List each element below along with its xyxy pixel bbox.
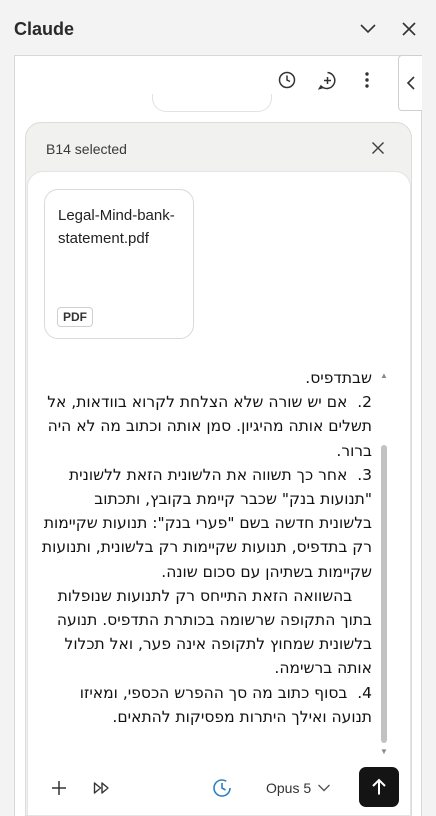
scroll-up-arrow-icon[interactable]: ▲ (379, 370, 389, 380)
attachment-card[interactable]: Legal-Mind-bank-statement.pdf PDF (44, 189, 194, 339)
previous-message-bubble (152, 94, 272, 112)
selection-label: B14 selected (46, 141, 127, 157)
send-arrow-icon (372, 778, 386, 795)
clear-selection-button[interactable] (367, 137, 389, 159)
close-window-button[interactable] (396, 16, 422, 42)
skip-forward-icon (93, 782, 109, 794)
chevron-left-icon (406, 76, 415, 90)
schedule-button[interactable] (208, 774, 236, 802)
scroll-down-arrow-icon[interactable]: ▼ (379, 746, 389, 756)
title-bar: Claude (0, 0, 436, 58)
close-icon (371, 141, 385, 155)
model-selector[interactable]: Opus 5 (266, 778, 331, 798)
chevron-down-icon (318, 784, 331, 792)
file-type-badge: PDF (57, 307, 93, 327)
app-title: Claude (14, 19, 75, 39)
scrollbar-thumb[interactable] (381, 445, 387, 743)
chevron-down-icon (360, 24, 376, 34)
skip-forward-button[interactable] (88, 774, 116, 802)
collapse-button[interactable] (355, 16, 381, 42)
new-chat-button[interactable] (315, 68, 339, 92)
attachment-file-name: Legal-Mind-bank-statement.pdf (58, 207, 175, 247)
close-icon (402, 22, 416, 36)
history-icon (278, 71, 296, 89)
plus-icon (52, 781, 66, 795)
message-scrollbar[interactable]: ▲ ▼ (378, 370, 390, 756)
send-button[interactable] (359, 767, 399, 807)
message-text[interactable]: שבתדפיס. 2. אם יש שורה שלא הצלחת לקרוא ב… (40, 366, 372, 761)
more-vertical-icon (365, 72, 369, 88)
history-button[interactable] (275, 68, 299, 92)
model-name: Opus 5 (266, 780, 312, 796)
clock-icon (213, 779, 231, 797)
more-options-button[interactable] (355, 68, 379, 92)
side-panel-toggle[interactable] (398, 55, 422, 111)
new-chat-icon (317, 71, 335, 90)
add-attachment-button[interactable] (45, 774, 73, 802)
